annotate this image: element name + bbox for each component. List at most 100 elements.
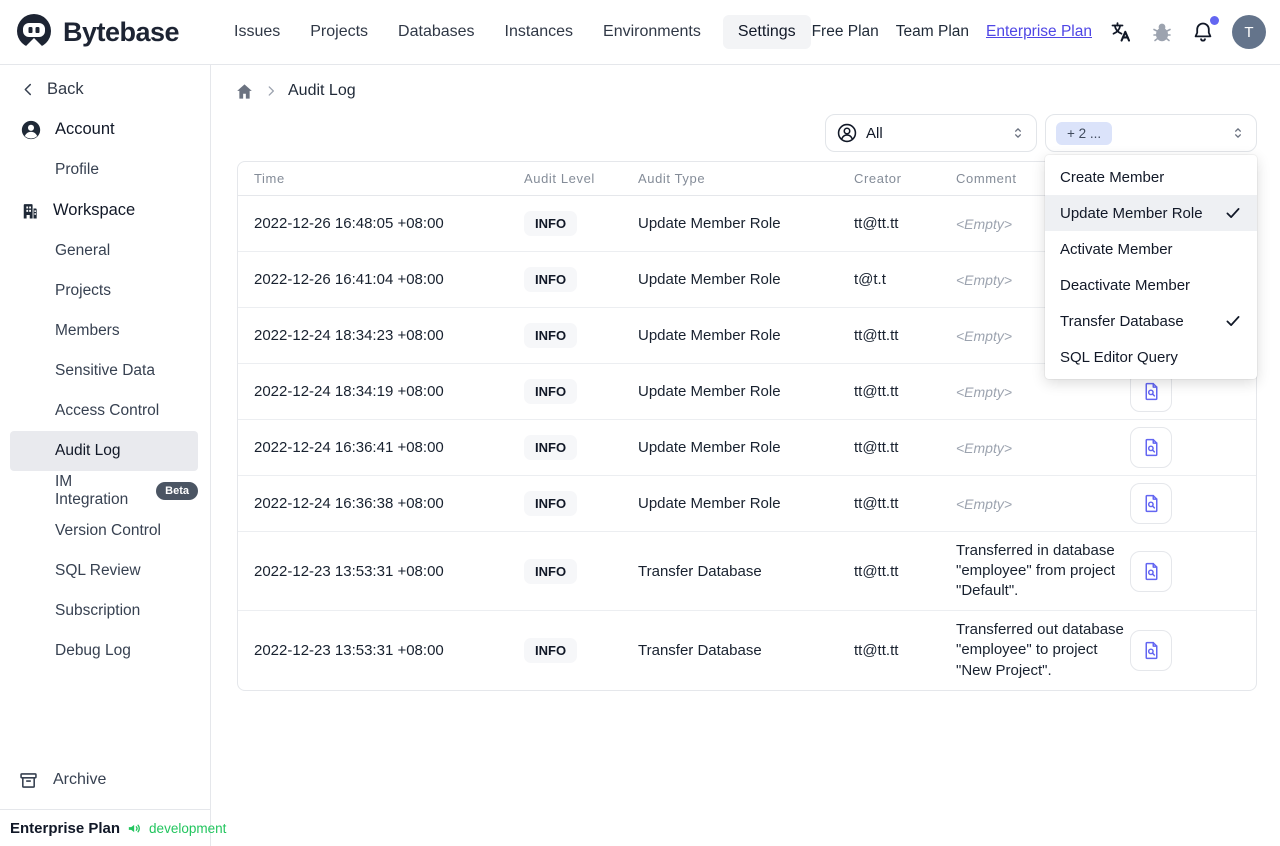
nav-link-databases[interactable]: Databases (390, 15, 483, 49)
row-time: 2022-12-26 16:41:04 +08:00 (254, 271, 444, 288)
account-section-label: Account (55, 120, 115, 138)
menu-item-transfer-database[interactable]: Transfer Database (1045, 303, 1257, 339)
sidebar-item-sensitive-data[interactable]: Sensitive Data (10, 351, 198, 391)
row-comment: <Empty> (956, 439, 1013, 456)
audit-type-filter-value: + 2 ... (1056, 121, 1113, 145)
sidebar-item-members[interactable]: Members (10, 311, 198, 351)
row-audit-type: Update Member Role (638, 327, 781, 344)
creator-filter-value: All (866, 124, 883, 142)
checkmark-icon (1224, 204, 1242, 222)
user-avatar[interactable]: T (1232, 15, 1266, 49)
sidebar-item-audit-log[interactable]: Audit Log (10, 431, 198, 471)
sidebar-item-access-control[interactable]: Access Control (10, 391, 198, 431)
row-comment: Transferred out database "employee" to p… (956, 621, 1124, 679)
column-header-audit-level: Audit Level (524, 171, 595, 186)
sidebar-item-subscription[interactable]: Subscription (10, 591, 198, 631)
row-creator: tt@tt.tt (854, 215, 899, 232)
audit-level-badge: INFO (524, 558, 578, 584)
row-time: 2022-12-23 13:53:31 +08:00 (254, 562, 444, 580)
current-plan-label: Enterprise Plan (10, 819, 121, 837)
view-detail-button[interactable] (1130, 427, 1172, 468)
archive-label: Archive (53, 771, 107, 788)
sidebar-item-profile[interactable]: Profile (10, 150, 198, 190)
column-header-creator: Creator (854, 171, 902, 186)
sidebar-footer: Enterprise Plan development (0, 809, 226, 846)
menu-item-update-member-role[interactable]: Update Member Role (1045, 195, 1257, 231)
breadcrumb: Audit Log (225, 79, 1257, 103)
sidebar-item-version-control[interactable]: Version Control (10, 511, 198, 551)
sidebar-item-general[interactable]: General (10, 231, 198, 271)
menu-item-label: Update Member Role (1060, 204, 1203, 222)
im-integration-label: IM Integration (55, 473, 129, 508)
brand-wordmark: Bytebase (63, 16, 180, 47)
chevrons-updown-icon (1230, 125, 1246, 141)
nav-link-projects[interactable]: Projects (302, 15, 376, 49)
row-audit-type: Update Member Role (638, 439, 781, 456)
row-time: 2022-12-24 16:36:41 +08:00 (254, 439, 444, 456)
person-circle-icon (836, 122, 858, 144)
row-audit-type: Update Member Role (638, 383, 781, 400)
nav-link-issues[interactable]: Issues (226, 15, 288, 49)
row-creator: tt@tt.tt (854, 642, 899, 659)
team-plan-link[interactable]: Team Plan (896, 23, 969, 41)
sidebar-item-im-integration[interactable]: IM Integration Beta (10, 471, 198, 511)
row-audit-type: Update Member Role (638, 271, 781, 288)
speaker-icon (126, 820, 143, 837)
bytebase-logo[interactable]: Bytebase (14, 12, 212, 52)
row-creator: t@t.t (854, 271, 886, 288)
creator-filter-select[interactable]: All (825, 114, 1037, 152)
view-detail-button[interactable] (1130, 630, 1172, 671)
menu-item-label: Transfer Database (1060, 312, 1184, 330)
row-comment: <Empty> (956, 383, 1013, 400)
audit-level-badge: INFO (524, 435, 578, 460)
bug-icon[interactable] (1150, 20, 1174, 44)
sidebar-item-projects[interactable]: Projects (10, 271, 198, 311)
notification-dot (1210, 16, 1219, 25)
view-detail-button[interactable] (1130, 483, 1172, 524)
row-audit-type: Transfer Database (638, 562, 762, 580)
table-row: 2022-12-23 13:53:31 +08:00 INFO Transfer… (238, 611, 1256, 690)
home-icon[interactable] (235, 82, 254, 101)
row-time: 2022-12-24 16:36:38 +08:00 (254, 495, 444, 512)
enterprise-plan-link[interactable]: Enterprise Plan (986, 23, 1092, 41)
back-button[interactable]: Back (0, 69, 210, 109)
user-circle-icon (20, 119, 42, 141)
row-audit-type: Transfer Database (638, 642, 762, 659)
sidebar-item-debug-log[interactable]: Debug Log (10, 631, 198, 671)
menu-item-sql-editor-query[interactable]: SQL Editor Query (1045, 339, 1257, 375)
nav-links: Issues Projects Databases Instances Envi… (226, 15, 811, 49)
chevrons-updown-icon (1010, 125, 1026, 141)
top-nav: Bytebase Issues Projects Databases Insta… (0, 0, 1280, 65)
sidebar-item-sql-review[interactable]: SQL Review (10, 551, 198, 591)
bytebase-logo-icon (14, 12, 54, 52)
menu-item-activate-member[interactable]: Activate Member (1045, 231, 1257, 267)
free-plan-link[interactable]: Free Plan (812, 23, 879, 41)
row-time: 2022-12-23 13:53:31 +08:00 (254, 642, 444, 659)
nav-link-instances[interactable]: Instances (497, 15, 581, 49)
audit-type-filter-select[interactable]: + 2 ... (1045, 114, 1257, 152)
bell-icon[interactable] (1191, 16, 1219, 44)
nav-link-settings[interactable]: Settings (722, 15, 811, 49)
menu-item-deactivate-member[interactable]: Deactivate Member (1045, 267, 1257, 303)
row-audit-type: Update Member Role (638, 495, 781, 512)
nav-link-environments[interactable]: Environments (595, 15, 709, 49)
row-audit-type: Update Member Role (638, 215, 781, 232)
column-header-audit-type: Audit Type (638, 171, 706, 186)
row-time: 2022-12-26 16:48:05 +08:00 (254, 215, 444, 232)
translate-icon[interactable] (1109, 20, 1133, 44)
menu-item-create-member[interactable]: Create Member (1045, 159, 1257, 195)
back-label: Back (47, 79, 84, 98)
view-detail-button[interactable] (1130, 550, 1172, 592)
menu-item-label: SQL Editor Query (1060, 348, 1178, 366)
column-header-time: Time (254, 171, 285, 186)
audit-level-badge: INFO (524, 211, 578, 236)
building-icon (20, 201, 40, 221)
audit-level-badge: INFO (524, 491, 578, 516)
sidebar-section-workspace: Workspace (0, 190, 210, 231)
menu-item-label: Activate Member (1060, 240, 1173, 258)
row-comment: Transferred in database "employee" from … (956, 541, 1116, 600)
archive-button[interactable]: Archive (0, 758, 210, 802)
checkmark-icon (1224, 312, 1242, 330)
row-creator: tt@tt.tt (854, 495, 899, 512)
audit-type-filter-menu: Create Member Update Member Role Activat… (1045, 155, 1257, 379)
